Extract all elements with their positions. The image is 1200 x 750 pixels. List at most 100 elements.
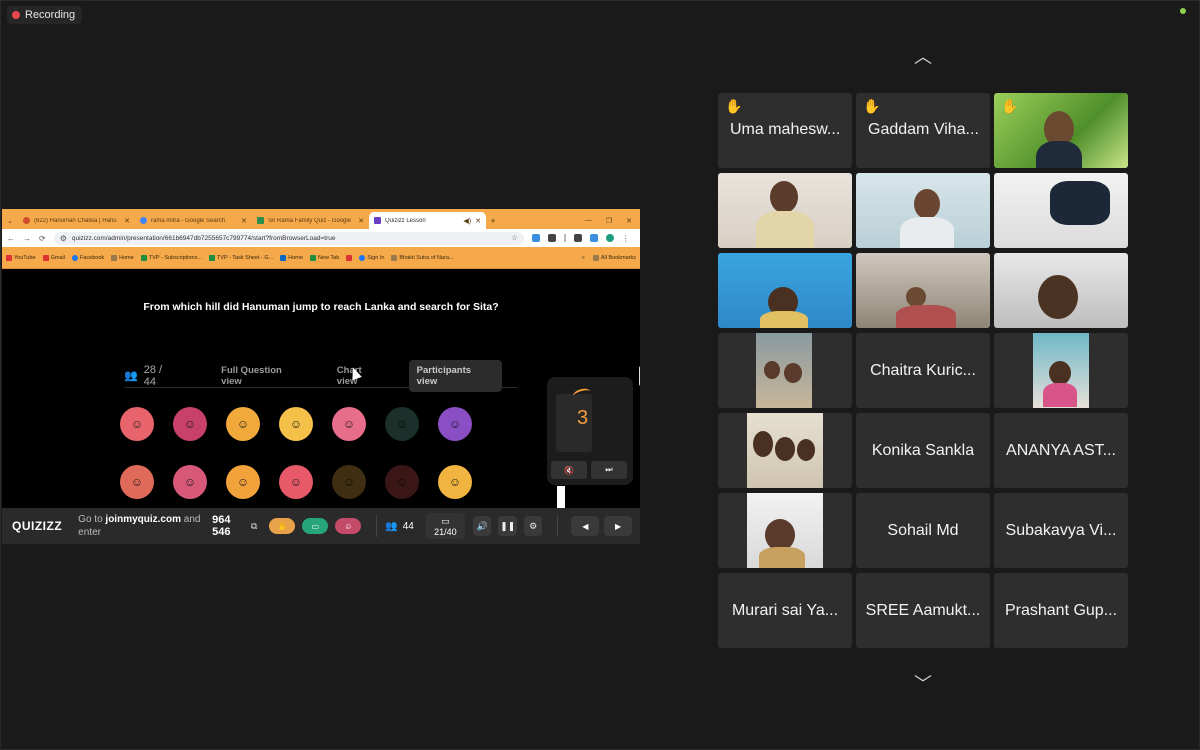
browser-tab[interactable]: (622) Hanuman Chalisa | Hanu ✕ xyxy=(18,212,135,229)
participant-video-tile[interactable] xyxy=(856,253,990,328)
close-window-icon[interactable]: ✕ xyxy=(626,217,632,225)
sheets-icon xyxy=(140,254,147,261)
browser-tab-active[interactable]: Quizizz Lesson ◀) ✕ xyxy=(369,212,486,229)
reactions-button[interactable]: ✋ xyxy=(269,518,296,534)
reload-icon[interactable]: ⟳ xyxy=(39,234,46,243)
sheets-icon xyxy=(257,217,264,224)
more-bookmarks-icon[interactable]: » xyxy=(582,255,585,261)
person-figure xyxy=(906,287,926,307)
maximize-icon[interactable]: ❐ xyxy=(606,217,612,225)
participant-count[interactable]: 👥 44 xyxy=(385,521,414,532)
extensions-puzzle-icon[interactable] xyxy=(547,234,556,242)
settings-button[interactable]: ⚙ xyxy=(523,516,543,536)
join-link[interactable]: joinmyquiz.com xyxy=(105,514,181,525)
participant-tile[interactable]: ANANYA AST... xyxy=(994,413,1128,488)
full-question-view-tab[interactable]: Full Question view xyxy=(213,360,313,392)
bookmark-item[interactable]: Bhakti Sutra of Nara... xyxy=(391,254,454,261)
bookmark-item[interactable]: New Tab xyxy=(309,254,339,261)
participants-view-tab[interactable]: Participants view xyxy=(408,359,503,392)
participant-avatar: ☺ xyxy=(438,407,472,441)
browser-tab[interactable]: rama mitra - Google Search ✕ xyxy=(135,212,252,229)
person-figure xyxy=(1049,361,1071,385)
participant-avatar: ☺ xyxy=(279,407,313,441)
participant-tile[interactable]: Murari sai Ya... xyxy=(718,573,852,648)
participant-tile[interactable]: ✋ Uma mahesw... xyxy=(718,93,852,168)
bookmark-item[interactable]: TVP - Task Sheet - G... xyxy=(208,254,273,261)
bookmark-item[interactable]: Home xyxy=(280,254,303,261)
participant-video-tile[interactable] xyxy=(718,253,852,328)
url-text: quizizz.com/admin/presentation/661b6947d… xyxy=(71,234,336,242)
pause-button[interactable]: ❚❚ xyxy=(498,516,517,536)
participant-video-tile[interactable] xyxy=(994,173,1128,248)
divider xyxy=(376,515,378,537)
previous-slide-button[interactable]: ◀ xyxy=(571,516,600,536)
participant-video-tile-speaking[interactable] xyxy=(856,173,990,248)
bookmark-item[interactable]: Sign In xyxy=(359,254,384,261)
bookmark-item[interactable] xyxy=(346,254,353,261)
participant-video-tile[interactable] xyxy=(718,493,852,568)
menu-kebab-icon[interactable]: ⋮ xyxy=(622,234,630,243)
participant-video-tile[interactable] xyxy=(994,333,1128,408)
participant-tile[interactable]: SREE Aamukt... xyxy=(856,573,990,648)
url-field[interactable]: ⚙ quizizz.com/admin/presentation/661b694… xyxy=(53,231,524,245)
site-info-icon[interactable]: ⚙ xyxy=(60,234,67,243)
chevron-up-icon[interactable]: ︿ xyxy=(907,48,939,66)
extension-icon[interactable] xyxy=(531,234,540,242)
participant-tile[interactable]: Chaitra Kuric... xyxy=(856,333,990,408)
divider xyxy=(563,234,566,242)
recording-badge[interactable]: Recording xyxy=(7,6,83,24)
slide-progress[interactable]: ▭ 21/40 xyxy=(425,513,465,539)
participant-video-tile[interactable] xyxy=(994,253,1128,328)
close-icon[interactable]: ✕ xyxy=(475,217,481,225)
tab-title: (622) Hanuman Chalisa | Hanu xyxy=(34,217,117,224)
speaker-icon[interactable]: ◀) xyxy=(463,217,471,225)
browser-tab[interactable]: Sri Rama Family Quiz - Google ✕ xyxy=(252,212,369,229)
forward-icon[interactable]: → xyxy=(23,234,31,243)
activity-button[interactable]: ☺ xyxy=(335,518,362,534)
bookmark-item[interactable]: YouTube xyxy=(6,254,36,261)
skip-timer-button[interactable]: ⏭ xyxy=(591,461,627,479)
quizizz-toolbar: QUIZIZZ Go to joinmyquiz.com and enter 9… xyxy=(2,508,640,544)
all-bookmarks[interactable]: All Bookmarks xyxy=(592,254,636,261)
raised-hand-icon: ✋ xyxy=(725,98,743,114)
bookmark-star-icon[interactable]: ☆ xyxy=(511,234,517,242)
participant-tile[interactable]: ✋ Gaddam Viha... xyxy=(856,93,990,168)
mute-timer-button[interactable]: 🔇 xyxy=(551,461,587,479)
bookmark-item[interactable]: TVP - Subscriptions... xyxy=(140,254,202,261)
participant-video-tile[interactable] xyxy=(718,173,852,248)
profile-avatar[interactable] xyxy=(605,234,614,242)
sidepanel-icon[interactable] xyxy=(589,234,598,242)
bookmark-item[interactable]: Gmail xyxy=(42,254,65,261)
participant-video-tile[interactable] xyxy=(718,333,852,408)
tab-search-icon[interactable]: ⌄ xyxy=(2,212,18,229)
participant-video xyxy=(747,493,823,568)
person-figure xyxy=(797,439,815,461)
participant-video-tile[interactable] xyxy=(718,413,852,488)
close-icon[interactable]: ✕ xyxy=(124,217,130,225)
back-icon[interactable]: ← xyxy=(7,234,15,243)
copy-icon[interactable]: ⧉ xyxy=(251,521,257,532)
close-icon[interactable]: ✕ xyxy=(241,217,247,225)
shared-screen: ⌄ (622) Hanuman Chalisa | Hanu ✕ rama mi… xyxy=(2,209,640,544)
participant-avatar: ☺ xyxy=(332,465,366,499)
tab-title: rama mitra - Google Search xyxy=(151,217,226,224)
resize-handle[interactable] xyxy=(639,366,640,386)
participant-tile[interactable]: Sohail Md xyxy=(856,493,990,568)
participant-tile[interactable]: Prashant Gup... xyxy=(994,573,1128,648)
participant-video-tile[interactable]: ✋ xyxy=(994,93,1128,168)
present-button[interactable]: ▭ xyxy=(302,518,329,534)
bookmark-item[interactable]: Home xyxy=(111,254,134,261)
participant-avatar: ☺ xyxy=(279,465,313,499)
next-slide-button[interactable]: ▶ xyxy=(604,516,632,536)
chevron-down-icon[interactable]: ﹀ xyxy=(907,675,939,693)
bookmark-item[interactable]: Facebook xyxy=(72,254,104,261)
new-tab-icon[interactable]: + xyxy=(486,212,500,229)
participant-name: Gaddam Viha... xyxy=(868,121,979,138)
participant-tile[interactable]: Subakavya Vi... xyxy=(994,493,1128,568)
close-icon[interactable]: ✕ xyxy=(358,217,364,225)
volume-button[interactable]: 🔊 xyxy=(472,516,492,536)
participant-avatar: ☺ xyxy=(385,465,419,499)
participant-tile[interactable]: Konika Sankla xyxy=(856,413,990,488)
media-icon[interactable] xyxy=(573,234,582,242)
minimize-icon[interactable]: — xyxy=(585,217,592,224)
